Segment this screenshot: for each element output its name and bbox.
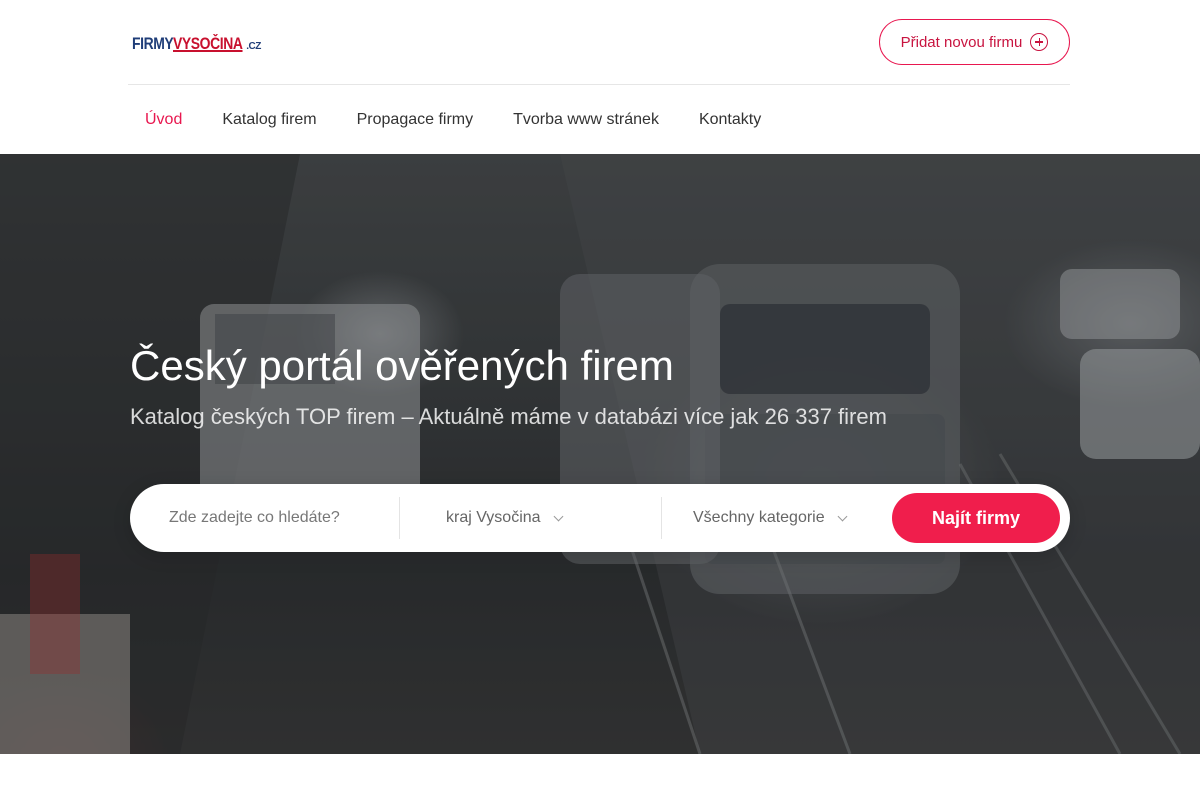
region-select[interactable]: kraj Vysočina xyxy=(446,496,564,540)
chevron-down-icon xyxy=(837,511,848,521)
logo-text-firmy: FIRMY xyxy=(132,34,174,53)
nav-item-tvorba-www[interactable]: Tvorba www stránek xyxy=(493,111,679,129)
hero-title: Český portál ověřených firem xyxy=(130,342,674,389)
find-companies-button[interactable]: Najít firmy xyxy=(892,493,1060,543)
plus-circle-icon xyxy=(1030,33,1049,51)
hero-section: Český portál ověřených firem Katalog čes… xyxy=(0,154,1200,754)
site-logo[interactable]: FIRMY VYSOČINA .CZ xyxy=(132,28,261,54)
logo-text-cz: .CZ xyxy=(246,41,261,52)
nav-item-propagace-firmy[interactable]: Propagace firmy xyxy=(337,111,494,129)
nav-item-kontakty[interactable]: Kontakty xyxy=(679,111,781,129)
category-select[interactable]: Všechny kategorie xyxy=(693,496,848,540)
nav-item-uvod[interactable]: Úvod xyxy=(130,111,202,129)
category-select-value: Všechny kategorie xyxy=(693,509,825,526)
region-select-value: kraj Vysočina xyxy=(446,509,541,526)
search-input[interactable] xyxy=(154,496,394,540)
site-header: FIRMY VYSOČINA .CZ Přidat novou firmu Úv… xyxy=(0,0,1200,154)
search-separator xyxy=(399,497,400,539)
logo-text-vysocina: VYSOČINA xyxy=(173,34,243,53)
nav-item-katalog-firem[interactable]: Katalog firem xyxy=(202,111,336,129)
search-bar: kraj Vysočina Všechny kategorie Najít fi… xyxy=(130,484,1070,552)
hero-overlay xyxy=(0,154,1200,754)
add-company-label: Přidat novou firmu xyxy=(900,33,1023,51)
main-nav: Úvod Katalog firem Propagace firmy Tvorb… xyxy=(130,85,781,154)
hero-subtitle: Katalog českých TOP firem – Aktuálně mám… xyxy=(130,404,887,429)
header-inner: FIRMY VYSOČINA .CZ Přidat novou firmu Úv… xyxy=(128,0,1070,154)
search-separator xyxy=(661,497,662,539)
chevron-down-icon xyxy=(553,511,564,521)
add-company-button[interactable]: Přidat novou firmu xyxy=(879,19,1070,65)
